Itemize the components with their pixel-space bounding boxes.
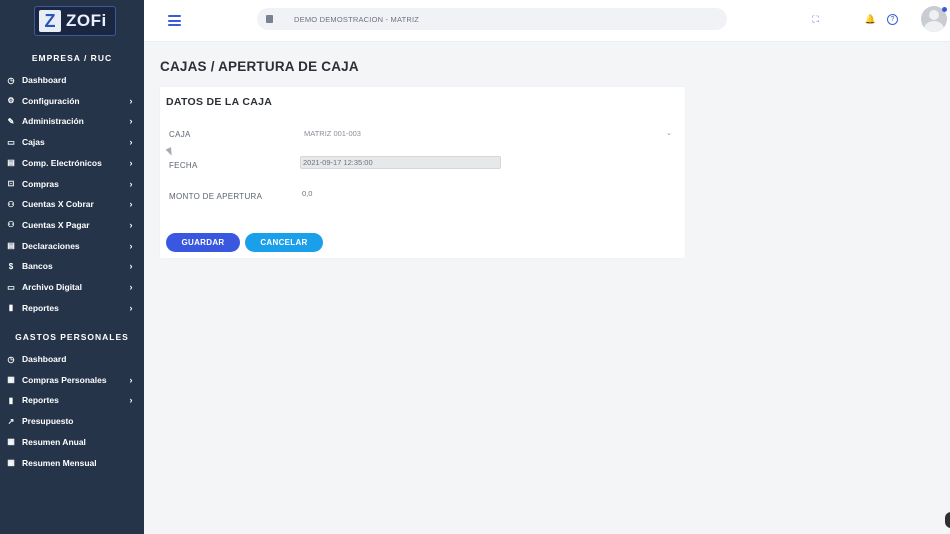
sidebar-section-gastos: GASTOS PERSONALES: [15, 332, 129, 342]
save-button[interactable]: GUARDAR: [166, 233, 240, 252]
sidebar-item-label: Compras: [22, 178, 59, 189]
sidebar-item-label: Reportes: [22, 395, 59, 406]
receipt-icon: ▤: [7, 158, 15, 168]
chevron-down-icon: ⌄: [666, 130, 672, 137]
chevron-right-icon: ›: [129, 374, 133, 385]
sidebar-item-resumen-anual[interactable]: ▦ Resumen Anual: [0, 434, 144, 450]
grid-icon: ▦: [7, 437, 15, 447]
sidebar-item-bancos[interactable]: $ Bancos ›: [0, 258, 144, 274]
fullscreen-icon[interactable]: ⛶: [810, 14, 821, 25]
branch-selector[interactable]: DEMO DEMOSTRACION - MATRIZ: [257, 8, 727, 30]
monto-field[interactable]: 0,0: [300, 187, 500, 199]
dashboard-icon: ◷: [7, 354, 15, 364]
sidebar: Z ZOFi EMPRESA / RUC ◷ Dashboard ⚙ Configur…: [0, 0, 144, 534]
sidebar-item-label: Compras Personales: [22, 374, 107, 385]
cash-box-icon: ▭: [7, 137, 15, 147]
online-status-dot: [942, 7, 947, 12]
caja-select-value: MATRIZ 001-003: [304, 128, 361, 138]
top-bar: DEMO DEMOSTRACION - MATRIZ ⛶ 🔔 ?: [144, 0, 950, 42]
sidebar-item-label: Archivo Digital: [22, 282, 82, 292]
sidebar-item-cuentas-x-pagar[interactable]: ⚇ Cuentas X Pagar ›: [0, 217, 144, 233]
fecha-label: FECHA: [169, 161, 198, 170]
sidebar-item-reportes[interactable]: ▮ Reportes ›: [0, 300, 144, 316]
sidebar-item-label: Administración: [22, 116, 84, 127]
bell-icon[interactable]: 🔔: [865, 14, 876, 25]
caja-form-card: DATOS DE LA CAJA CAJA MATRIZ 001-003 ⌄ F…: [160, 87, 685, 258]
sidebar-item-presupuesto[interactable]: ↗ Presupuesto: [0, 413, 144, 429]
chevron-right-icon: ›: [129, 282, 133, 292]
sidebar-item-label: Configuración: [22, 95, 80, 106]
calendar-icon: ▦: [7, 375, 15, 385]
sidebar-item-label: Resumen Mensual: [22, 457, 97, 468]
user-pay-icon: ⚇: [7, 220, 15, 230]
trend-icon: ↗: [7, 416, 15, 426]
chevron-right-icon: ›: [129, 219, 133, 230]
sidebar-item-label: Dashboard: [22, 354, 67, 364]
user-receive-icon: ⚇: [7, 199, 15, 209]
chevron-right-icon: ›: [129, 116, 133, 127]
sidebar-item-label: Dashboard: [22, 75, 67, 85]
fecha-field: 2021-09-17 12:35:00: [300, 156, 501, 169]
gear-icon: ⚙: [7, 96, 15, 106]
chevron-right-icon: ›: [129, 302, 133, 313]
sidebar-item-label: Comp. Electrónicos: [22, 157, 102, 168]
cart-icon: ⊡: [7, 179, 15, 188]
scroll-indicator: [945, 512, 950, 528]
sidebar-item-administraci-n[interactable]: ✎ Administración ›: [0, 113, 144, 129]
sidebar-item-cuentas-x-cobrar[interactable]: ⚇ Cuentas X Cobrar ›: [0, 196, 144, 212]
dollar-icon: $: [8, 261, 14, 271]
sidebar-item-label: Cuentas X Cobrar: [22, 199, 94, 210]
cancel-button[interactable]: CANCELAR: [245, 233, 323, 252]
card-title: DATOS DE LA CAJA: [166, 96, 273, 108]
document-icon: ▤: [7, 241, 15, 251]
sidebar-item-label: Reportes: [22, 302, 59, 313]
logo-text: ZOFi: [66, 11, 107, 30]
sidebar-item-reportes[interactable]: ▮ Reportes ›: [0, 392, 144, 408]
chevron-right-icon: ›: [129, 95, 133, 106]
folder-icon: ▭: [7, 282, 15, 292]
sidebar-item-archivo-digital[interactable]: ▭ Archivo Digital ›: [0, 279, 144, 295]
sidebar-item-label: Presupuesto: [22, 416, 74, 427]
sidebar-item-resumen-mensual[interactable]: ▦ Resumen Mensual: [0, 455, 144, 471]
page-title: CAJAS / APERTURA DE CAJA: [160, 59, 359, 74]
monto-label: MONTO DE APERTURA: [169, 192, 263, 201]
dashboard-icon: ◷: [7, 75, 15, 85]
building-icon: [266, 15, 273, 23]
sidebar-section-empresa: EMPRESA / RUC: [31, 53, 113, 63]
sidebar-item-dashboard[interactable]: ◷ Dashboard: [0, 351, 144, 367]
chevron-right-icon: ›: [129, 157, 133, 168]
sidebar-item-configuraci-n[interactable]: ⚙ Configuración ›: [0, 93, 144, 109]
sidebar-item-declaraciones[interactable]: ▤ Declaraciones ›: [0, 238, 144, 254]
caja-label: CAJA: [169, 130, 191, 139]
caja-select[interactable]: MATRIZ 001-003 ⌄: [300, 127, 674, 139]
chevron-right-icon: ›: [129, 137, 133, 148]
bar-chart-icon: ▮: [8, 303, 14, 313]
chevron-right-icon: ›: [129, 199, 133, 210]
pencil-icon: ✎: [7, 116, 15, 126]
chevron-right-icon: ›: [129, 178, 133, 189]
chevron-right-icon: ›: [129, 395, 133, 406]
zofi-logo[interactable]: Z ZOFi: [34, 6, 116, 36]
sidebar-item-label: Cuentas X Pagar: [22, 219, 90, 230]
sidebar-item-label: Declaraciones: [22, 240, 80, 251]
hamburger-menu-icon[interactable]: [168, 15, 181, 26]
chevron-right-icon: ›: [129, 261, 133, 272]
bar-chart-icon: ▮: [8, 395, 14, 405]
branch-name: DEMO DEMOSTRACION - MATRIZ: [294, 14, 420, 24]
sidebar-item-dashboard[interactable]: ◷ Dashboard: [0, 72, 144, 88]
sidebar-item-compras-personales[interactable]: ▦ Compras Personales ›: [0, 372, 144, 388]
sidebar-item-label: Bancos: [22, 261, 53, 272]
sidebar-item-label: Cajas: [22, 137, 45, 148]
sidebar-item-cajas[interactable]: ▭ Cajas ›: [0, 134, 144, 150]
sidebar-item-compras[interactable]: ⊡ Compras ›: [0, 176, 144, 192]
logo-mark: Z: [39, 10, 61, 32]
grid-icon: ▦: [7, 458, 15, 467]
sidebar-item-comp-electr-nicos[interactable]: ▤ Comp. Electrónicos ›: [0, 155, 144, 171]
help-icon[interactable]: ?: [887, 14, 898, 25]
chevron-right-icon: ›: [129, 240, 133, 251]
sidebar-item-label: Resumen Anual: [22, 436, 86, 447]
